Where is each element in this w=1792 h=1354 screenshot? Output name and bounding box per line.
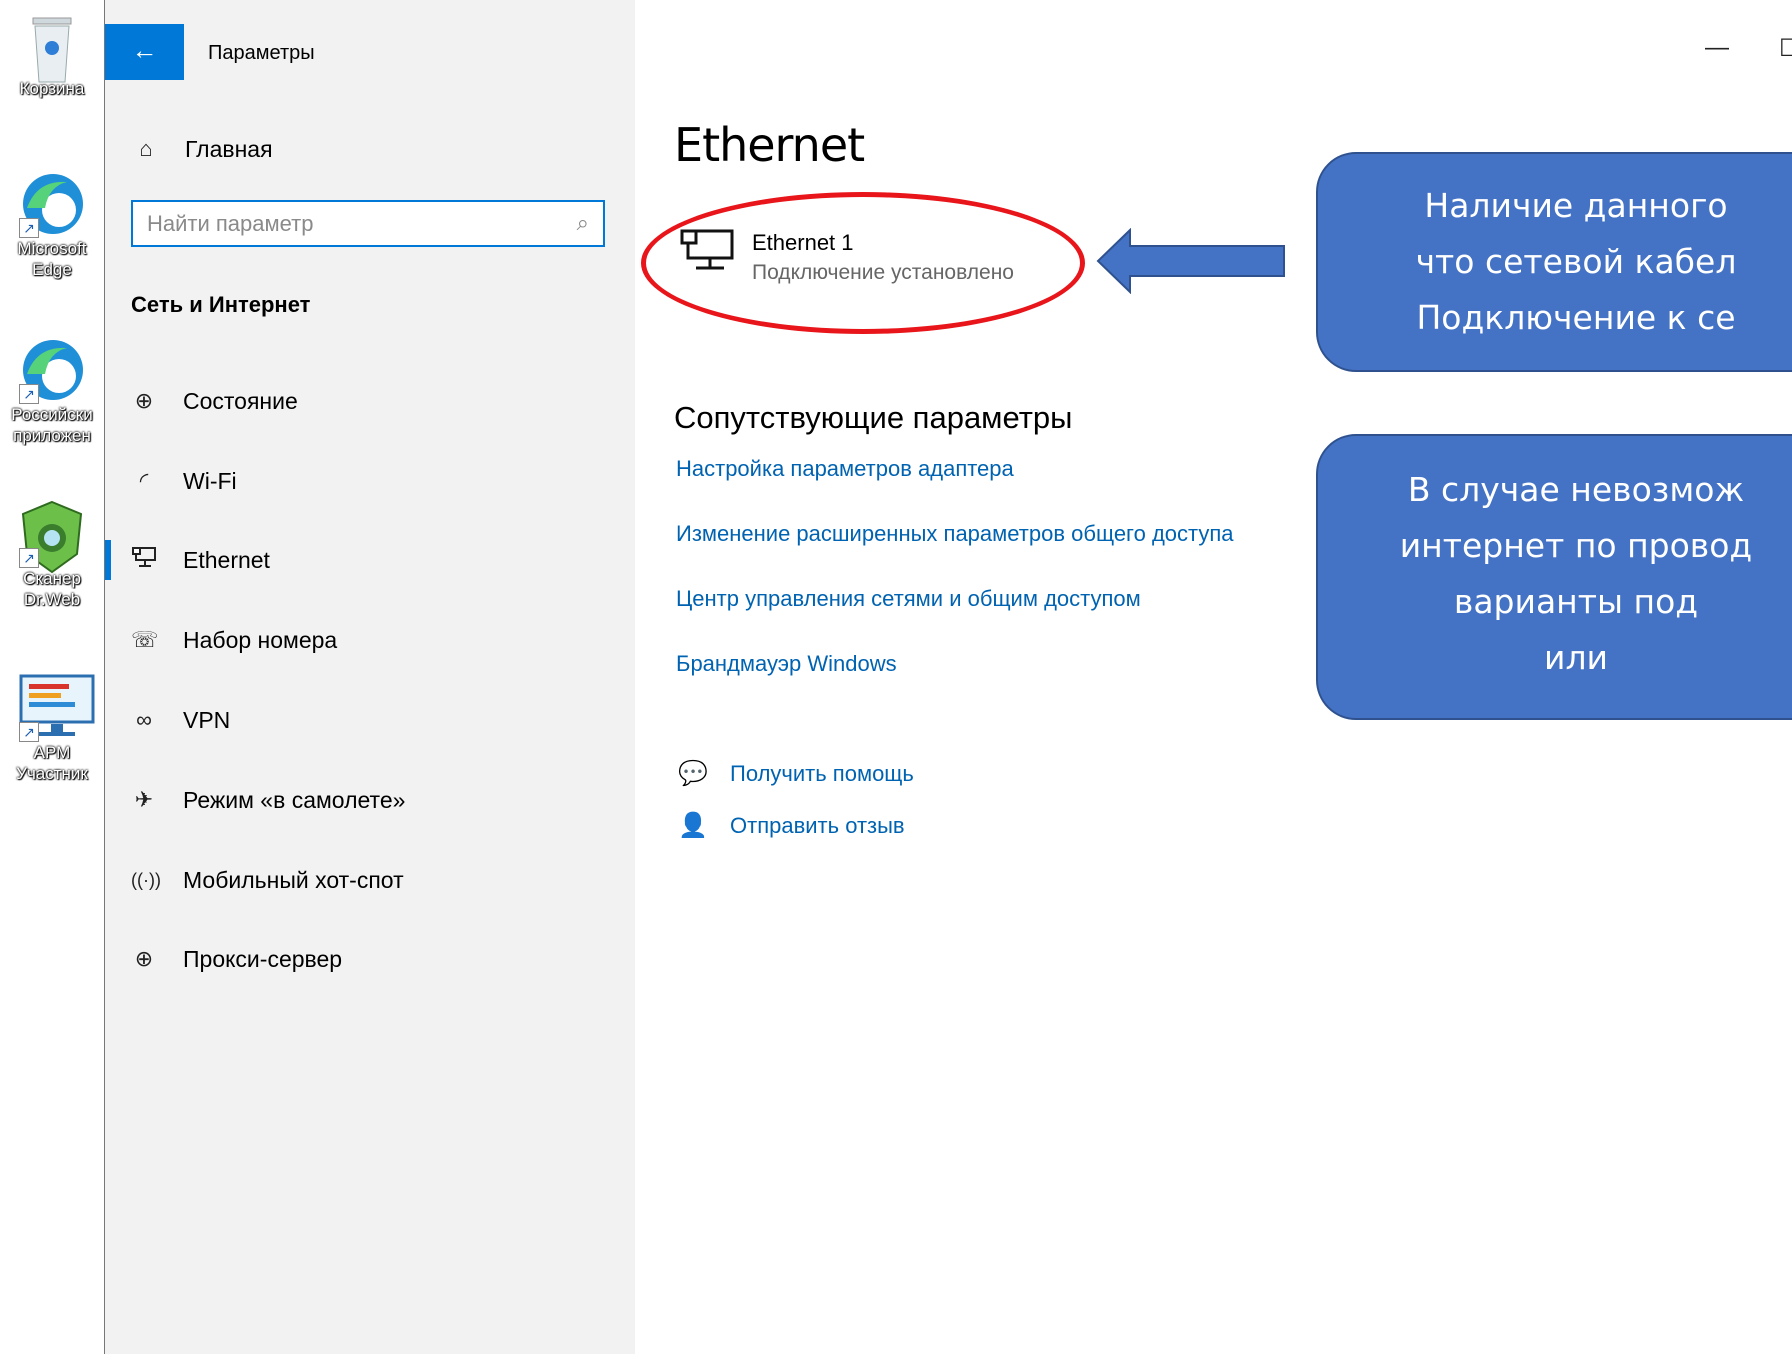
desktop-icon-arm[interactable]: ↗ АРМ Участник (0, 672, 104, 784)
annotation-arrow (1096, 228, 1285, 294)
recycle-bin-icon (17, 8, 87, 83)
sidebar-item-label: Состояние (183, 387, 298, 414)
vpn-icon: ∞ (136, 707, 152, 732)
get-help-link[interactable]: Получить помощь (730, 761, 914, 787)
sidebar-item-dialup[interactable]: ☏ Набор номера (105, 611, 635, 669)
desktop-icon-label: приложен (13, 426, 91, 445)
callout-text: или (1544, 638, 1608, 677)
airplane-icon: ✈ (134, 787, 154, 812)
sidebar: ← Параметры ⌂ Главная ⌕ Сеть и Интернет … (105, 0, 635, 1354)
desktop-icon-russian-apps[interactable]: ↗ Российски приложен (0, 334, 104, 446)
maximize-button[interactable]: ☐ (1779, 34, 1792, 63)
sidebar-item-vpn[interactable]: ∞ VPN (105, 691, 635, 749)
callout-text: Наличие данного (1424, 186, 1728, 225)
desktop-icon-recycle-bin[interactable]: Корзина (0, 8, 104, 99)
desktop-icon-label: Российски (11, 405, 93, 424)
desktop-icon-label: АРМ (33, 743, 71, 762)
sidebar-item-label: Набор номера (183, 626, 338, 653)
desktop-icon-label: Dr.Web (23, 590, 81, 609)
related-settings-title: Сопутствующие параметры (674, 400, 1073, 435)
search-box[interactable]: ⌕ (131, 200, 605, 247)
link-adapter-settings[interactable]: Настройка параметров адаптера (676, 456, 1014, 482)
sidebar-item-label: Wi-Fi (183, 467, 237, 494)
minimize-button[interactable]: — (1705, 34, 1729, 62)
ethernet-connection-item[interactable]: Ethernet 1 Подключение установлено (680, 228, 1014, 288)
back-arrow-icon: ← (131, 35, 158, 65)
send-feedback-link[interactable]: Отправить отзыв (730, 813, 905, 839)
shortcut-arrow-icon: ↗ (19, 384, 39, 404)
help-chat-icon: 💬 (678, 760, 708, 787)
feedback-person-icon: 👤 (678, 812, 708, 839)
link-firewall[interactable]: Брандмауэр Windows (676, 651, 897, 677)
shortcut-arrow-icon: ↗ (19, 722, 39, 742)
shortcut-arrow-icon: ↗ (19, 548, 39, 568)
link-advanced-sharing[interactable]: Изменение расширенных параметров общего … (676, 521, 1234, 547)
connection-name: Ethernet 1 (752, 230, 854, 255)
sidebar-item-ethernet[interactable]: Ethernet (105, 531, 635, 589)
edge-icon: ↗ (17, 334, 87, 404)
callout-text: В случае невозмож (1407, 470, 1745, 509)
desktop-icon-label: Edge (32, 260, 72, 279)
desktop-icon-label: Microsoft (17, 239, 87, 258)
shortcut-arrow-icon: ↗ (19, 218, 39, 238)
sidebar-item-label: Мобильный хот-спот (183, 866, 404, 893)
back-button[interactable]: ← (105, 24, 184, 80)
dialup-icon: ☏ (131, 627, 159, 652)
sidebar-item-label: Ethernet (183, 546, 270, 573)
hotspot-icon: ((·)) (131, 869, 161, 890)
proxy-globe-icon: ⊕ (134, 946, 154, 971)
connection-status: Подключение установлено (752, 261, 1014, 284)
home-icon: ⌂ (139, 136, 153, 161)
callout-text: интернет по провод (1399, 526, 1753, 565)
sidebar-item-label: Режим «в самолете» (183, 786, 406, 813)
desktop-icon-edge[interactable]: ↗ Microsoft Edge (0, 168, 104, 280)
sidebar-item-wifi[interactable]: ◜ Wi-Fi (105, 452, 635, 510)
callout-text: варианты под (1453, 582, 1699, 621)
get-help-item[interactable]: 💬 Получить помощь (676, 759, 914, 788)
callout-text: Подключение к се (1416, 298, 1736, 337)
annotation-callout-1: Наличие данного что сетевой кабел Подклю… (1316, 152, 1792, 372)
callout-text: что сетевой кабел (1415, 242, 1737, 281)
wifi-icon: ◜ (139, 468, 149, 493)
arm-monitor-icon: ↗ (17, 672, 95, 742)
sidebar-item-airplane[interactable]: ✈ Режим «в самолете» (105, 771, 635, 829)
selection-indicator (105, 540, 111, 580)
search-icon: ⌕ (576, 210, 589, 235)
page-title: Ethernet (674, 118, 865, 172)
section-title: Сеть и Интернет (131, 292, 311, 317)
annotation-callout-2: В случае невозмож интернет по провод вар… (1316, 434, 1792, 720)
nav-home[interactable]: ⌂ Главная (133, 134, 273, 164)
sidebar-item-proxy[interactable]: ⊕ Прокси-сервер (105, 930, 635, 988)
sidebar-item-label: VPN (183, 706, 231, 733)
sidebar-item-hotspot[interactable]: ((·)) Мобильный хот-спот (105, 851, 635, 909)
nav-home-label: Главная (185, 135, 273, 162)
ethernet-icon (131, 546, 157, 574)
desktop-icon-drweb[interactable]: ↗ Сканер Dr.Web (0, 498, 104, 610)
send-feedback-item[interactable]: 👤 Отправить отзыв (676, 811, 905, 840)
ethernet-monitor-icon (680, 229, 734, 270)
sidebar-item-label: Прокси-сервер (183, 945, 343, 972)
globe-status-icon: ⊕ (134, 388, 154, 413)
desktop-icon-label: Участник (16, 764, 88, 783)
desktop-strip: Корзина ↗ Microsoft Edge ↗ Российски при… (0, 0, 104, 1354)
link-network-center[interactable]: Центр управления сетями и общим доступом (676, 586, 1141, 612)
window-title: Параметры (208, 42, 315, 64)
sidebar-item-status[interactable]: ⊕ Состояние (105, 372, 635, 430)
search-input[interactable] (133, 202, 547, 245)
drweb-scanner-icon: ↗ (17, 498, 87, 574)
edge-icon: ↗ (17, 168, 87, 238)
